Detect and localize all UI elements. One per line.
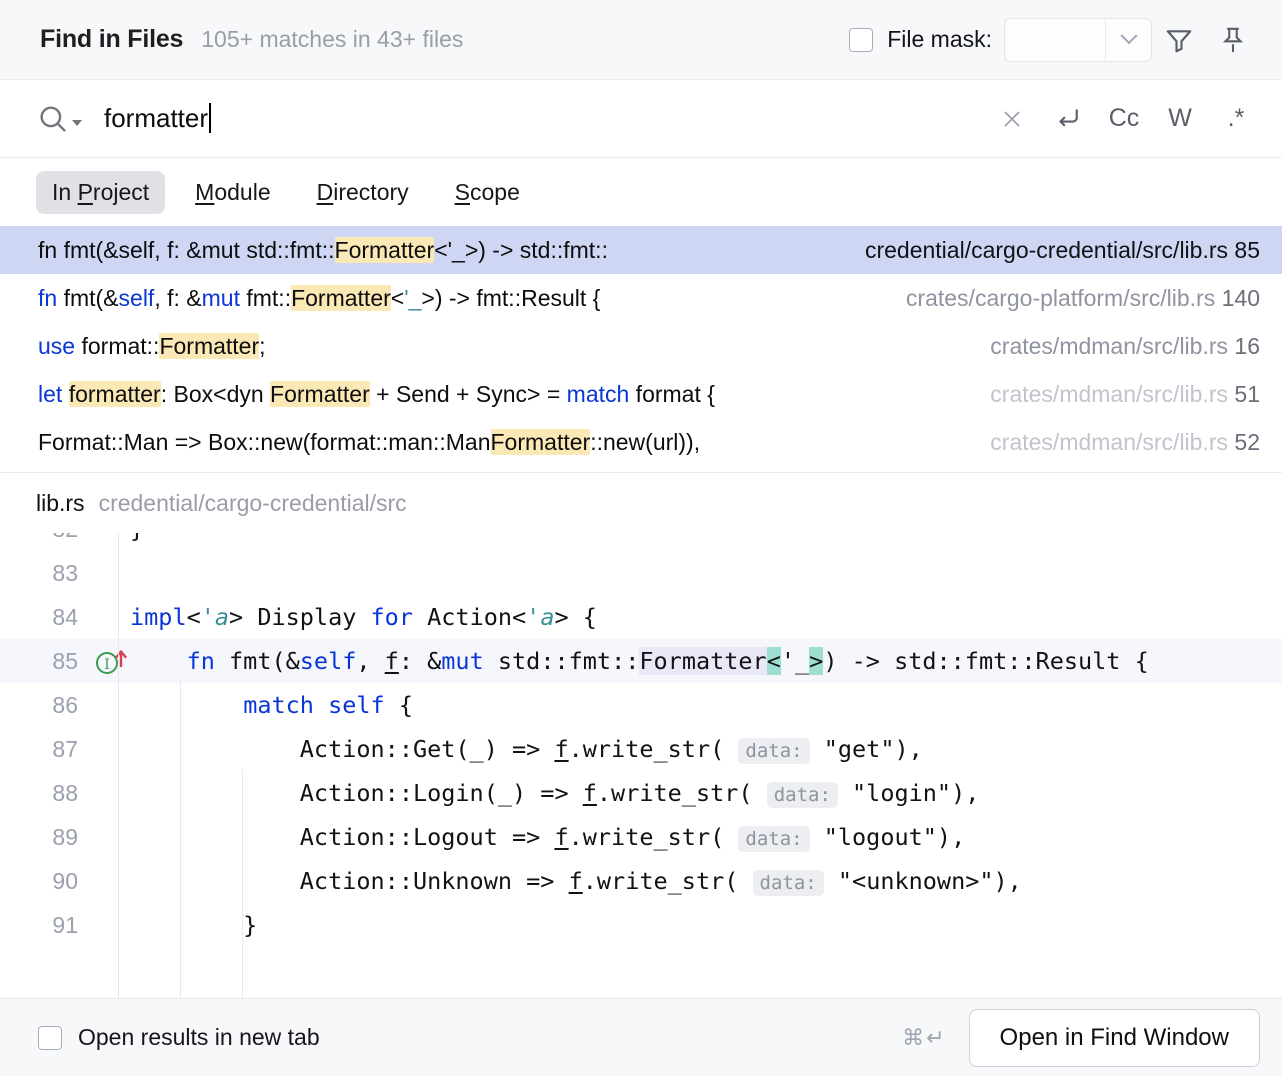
result-snippet: use format::Formatter; [38, 333, 266, 360]
result-snippet: fn fmt(&self, f: &mut fmt::Formatter<'_>… [38, 285, 600, 312]
open-in-find-window-button[interactable]: Open in Find Window [969, 1009, 1260, 1067]
preview-file-path: credential/cargo-credential/src [99, 490, 407, 517]
whole-words-toggle[interactable]: W [1156, 95, 1204, 143]
code-text: Action::Get(_) => f.write_str( data: "ge… [88, 735, 923, 763]
keyboard-shortcut-hint: ⌘↵ [902, 1025, 946, 1051]
result-row[interactable]: use format::Formatter; crates/mdman/src/l… [0, 322, 1282, 370]
code-line: 91 } [0, 903, 1282, 947]
file-mask-combobox[interactable] [1004, 18, 1152, 62]
result-snippet: let formatter: Box<dyn Formatter + Send … [38, 381, 715, 408]
result-file-path: crates/mdman/src/lib.rs 52 [968, 429, 1260, 456]
search-icon[interactable] [36, 102, 82, 136]
code-line: 82} [0, 533, 1282, 551]
preview-file-header: lib.rs credential/cargo-credential/src [0, 473, 1282, 533]
code-line: 86 match self { [0, 683, 1282, 727]
line-number: 86 [0, 692, 88, 719]
result-row[interactable]: fn fmt(&self, f: &mut fmt::Formatter<'_>… [0, 274, 1282, 322]
code-preview[interactable]: 82} 83 84impl<'a> Display for Action<'a> {… [0, 533, 1282, 998]
line-number: 87 [0, 736, 88, 763]
find-in-files-popup: Find in Files 105+ matches in 43+ files … [0, 0, 1282, 1076]
scope-tab-module[interactable]: Module [179, 171, 286, 214]
result-file-path: credential/cargo-credential/src/lib.rs 8… [843, 237, 1260, 264]
file-mask-label: File mask: [887, 26, 992, 53]
line-number: 89 [0, 824, 88, 851]
multiline-toggle-icon[interactable] [1044, 95, 1092, 143]
popup-footer: Open results in new tab ⌘↵ Open in Find … [0, 998, 1282, 1076]
line-number: 91 [0, 912, 88, 939]
popup-header: Find in Files 105+ matches in 43+ files … [0, 0, 1282, 80]
pin-icon[interactable] [1206, 13, 1260, 67]
code-line: 84impl<'a> Display for Action<'a> { [0, 595, 1282, 639]
results-list[interactable]: fn fmt(&self, f: &mut std::fmt::Formatte… [0, 226, 1282, 473]
clear-search-icon[interactable] [988, 95, 1036, 143]
page-title: Find in Files [40, 25, 183, 54]
code-line: 85I fn fmt(&self, f: &mut std::fmt::Form… [0, 639, 1282, 683]
scope-tab-scope[interactable]: Scope [439, 171, 536, 214]
open-results-new-tab-group[interactable]: Open results in new tab [38, 1024, 320, 1051]
code-text: fn fmt(&self, f: &mut std::fmt::Formatte… [88, 647, 1149, 675]
code-text: } [88, 911, 257, 939]
result-file-path: crates/mdman/src/lib.rs 51 [968, 381, 1260, 408]
search-row: formatter Cc W .* [0, 80, 1282, 158]
code-text: } [88, 533, 144, 543]
code-text: Action::Logout => f.write_str( data: "lo… [88, 823, 965, 851]
line-number: 82 [0, 533, 88, 543]
scope-tab-directory[interactable]: Directory [301, 171, 425, 214]
footer-actions: ⌘↵ Open in Find Window [902, 1009, 1260, 1067]
code-text: Action::Login(_) => f.write_str( data: "… [88, 779, 979, 807]
scope-tab-in-project[interactable]: In Project [36, 171, 165, 214]
code-line: 83 [0, 551, 1282, 595]
line-number: 88 [0, 780, 88, 807]
chevron-down-icon[interactable] [1105, 19, 1151, 61]
line-number: 85I [0, 648, 88, 675]
result-snippet: fn fmt(&self, f: &mut std::fmt::Formatte… [38, 237, 608, 264]
search-options: Cc W .* [988, 95, 1260, 143]
file-mask-checkbox[interactable] [849, 28, 873, 52]
line-number: 84 [0, 604, 88, 631]
file-mask-group: File mask: [849, 26, 992, 53]
scope-tabs: In Project Module Directory Scope [0, 158, 1282, 226]
header-controls: File mask: [849, 13, 1260, 67]
filter-icon[interactable] [1152, 13, 1206, 67]
search-input[interactable]: formatter [104, 103, 211, 134]
result-row[interactable]: let formatter: Box<dyn Formatter + Send … [0, 370, 1282, 418]
result-row[interactable]: fn fmt(&self, f: &mut std::fmt::Formatte… [0, 226, 1282, 274]
code-text: Action::Unknown => f.write_str( data: "<… [88, 867, 1022, 895]
code-text: match self { [88, 691, 413, 719]
code-line: 88 Action::Login(_) => f.write_str( data… [0, 771, 1282, 815]
search-query-text: formatter [104, 103, 208, 133]
code-text: impl<'a> Display for Action<'a> { [88, 603, 597, 631]
result-row[interactable]: Format::Man => Box::new(format::man::Man… [0, 418, 1282, 466]
line-number: 83 [0, 560, 88, 587]
match-count-summary: 105+ matches in 43+ files [201, 26, 463, 53]
text-caret [209, 103, 211, 133]
code-line: 90 Action::Unknown => f.write_str( data:… [0, 859, 1282, 903]
match-case-toggle[interactable]: Cc [1100, 95, 1148, 143]
result-file-path: crates/cargo-platform/src/lib.rs 140 [884, 285, 1260, 312]
regex-toggle[interactable]: .* [1212, 95, 1260, 143]
open-results-new-tab-checkbox[interactable] [38, 1026, 62, 1050]
code-line: 89 Action::Logout => f.write_str( data: … [0, 815, 1282, 859]
open-results-new-tab-label: Open results in new tab [78, 1024, 320, 1051]
preview-file-name: lib.rs [36, 490, 85, 517]
result-snippet: Format::Man => Box::new(format::man::Man… [38, 429, 700, 456]
line-number: 90 [0, 868, 88, 895]
result-file-path: crates/mdman/src/lib.rs 16 [968, 333, 1260, 360]
file-mask-input[interactable] [1005, 19, 1105, 61]
code-line: 87 Action::Get(_) => f.write_str( data: … [0, 727, 1282, 771]
